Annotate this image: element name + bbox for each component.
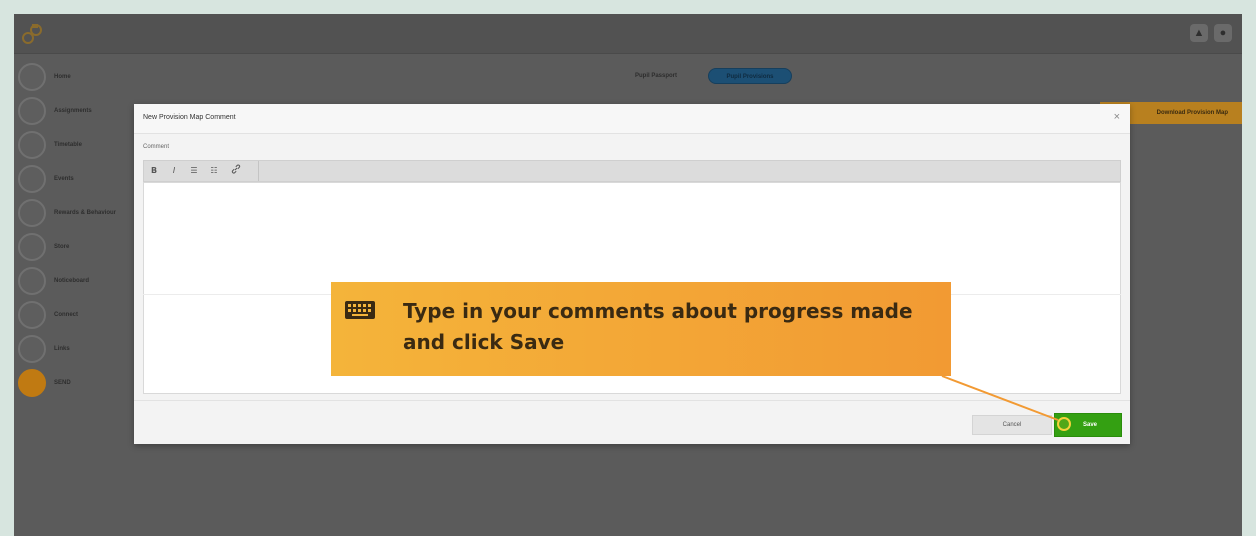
timetable-icon (18, 131, 46, 159)
sidebar-item-label: SEND (54, 380, 71, 386)
home-icon (18, 63, 46, 91)
editor-toolbar: B I ☰ ☷ (143, 160, 1121, 182)
sidebar-item-timetable[interactable]: Timetable (18, 130, 144, 160)
dialog-footer: Cancel Save (134, 400, 1130, 444)
top-bar: ▲ ● (14, 14, 1242, 54)
sidebar-item-label: Home (54, 74, 71, 80)
sidebar-item-send[interactable]: SEND (18, 368, 144, 398)
events-icon (18, 165, 46, 193)
click-target-indicator (1057, 417, 1071, 431)
close-icon[interactable]: × (1114, 111, 1120, 123)
sidebar-item-label: Store (54, 244, 70, 250)
rewards-icon (18, 199, 46, 227)
user-account-icon[interactable]: ● (1214, 24, 1232, 42)
school-logo-icon[interactable] (20, 22, 44, 46)
callout-text: Type in your comments about progress mad… (403, 299, 913, 354)
sidebar-item-noticeboard[interactable]: Noticeboard (18, 266, 144, 296)
sidebar-item-assignments[interactable]: Assignments (18, 96, 144, 126)
sidebar-item-connect[interactable]: Connect (18, 300, 144, 330)
bullet-list-icon[interactable]: ☰ (188, 164, 200, 178)
sidebar-item-label: Timetable (54, 142, 82, 148)
sidebar-item-label: Events (54, 176, 74, 182)
notifications-icon[interactable]: ▲ (1190, 24, 1208, 42)
sidebar-item-label: Links (54, 346, 70, 352)
noticeboard-icon (18, 267, 46, 295)
dialog-title: New Provision Map Comment (143, 114, 236, 121)
sidebar-item-label: Rewards & Behaviour (54, 210, 117, 216)
sidebar-item-home[interactable]: Home (18, 62, 144, 92)
store-icon (18, 233, 46, 261)
toolbar-divider (258, 161, 259, 181)
keyboard-icon (345, 301, 375, 319)
sidebar-item-label: Assignments (54, 108, 92, 114)
assignments-icon (18, 97, 46, 125)
sidebar-item-rewards[interactable]: Rewards & Behaviour (18, 198, 144, 228)
instruction-callout: Type in your comments about progress mad… (331, 282, 951, 376)
dialog-header: New Provision Map Comment × (134, 104, 1130, 134)
sidebar-item-events[interactable]: Events (18, 164, 144, 194)
new-comment-dialog: New Provision Map Comment × Comment B I … (134, 104, 1130, 444)
tab-pupil-provisions[interactable]: Pupil Provisions (708, 68, 792, 84)
cancel-button[interactable]: Cancel (972, 415, 1052, 435)
sidebar-item-links[interactable]: Links (18, 334, 144, 364)
connect-icon (18, 301, 46, 329)
sidebar-item-label: Connect (54, 312, 78, 318)
bold-icon[interactable]: B (148, 164, 160, 178)
send-icon (18, 369, 46, 397)
link-icon[interactable] (230, 164, 242, 178)
italic-icon[interactable]: I (168, 164, 180, 178)
link-icon-shape (231, 164, 241, 174)
sidebar-item-label: Noticeboard (54, 278, 90, 284)
sidebar-item-store[interactable]: Store (18, 232, 144, 262)
links-icon (18, 335, 46, 363)
tab-pupil-passport[interactable]: Pupil Passport (614, 68, 698, 84)
comment-label: Comment (143, 144, 170, 150)
numbered-list-icon[interactable]: ☷ (208, 164, 220, 178)
